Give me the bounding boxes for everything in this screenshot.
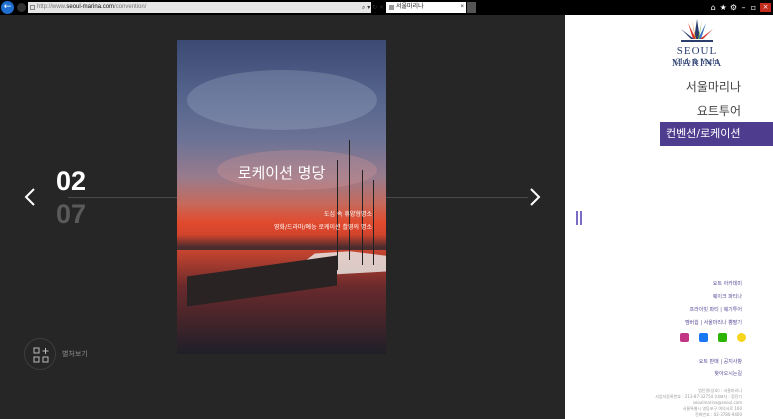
grid-view-label[interactable]: 별처보기 xyxy=(62,349,88,359)
instagram-icon[interactable] xyxy=(680,333,689,342)
slide-title: 로케이션 명당 xyxy=(237,164,326,182)
sub-link-yacht-academy[interactable]: 요트 아카데미 xyxy=(685,278,742,291)
handle-bar xyxy=(580,211,582,225)
url-prefix: http://www. xyxy=(37,4,67,10)
url-path: /convention/ xyxy=(114,4,147,10)
logo-subtitle: Club & Yacht xyxy=(675,57,719,66)
settings-gear-icon[interactable]: ⚙ xyxy=(730,2,737,13)
prev-slide-button[interactable] xyxy=(24,188,36,206)
sub-links: 요트 아카데미 웨이크 파티나 프라이빗 파티 | 웨기투어 멤버쉽 | 서울마… xyxy=(685,278,742,330)
photo-cloud xyxy=(187,70,377,130)
forward-button[interactable] xyxy=(17,3,26,12)
footer-info: 법인명(상호) : 서울마리나 사업자등록번호 : 213-87-32754 (… xyxy=(655,388,742,418)
page-icon xyxy=(30,5,35,10)
url-domain: seoul-marina.com xyxy=(66,4,115,10)
slider: 02 07 로케이션 명당 도심 속 휴양형명소 영화/드라마/예능 로케이션 … xyxy=(0,15,565,419)
page: ← http://www.seoul-marina.com/convention… xyxy=(0,0,773,419)
chevron-left-icon xyxy=(24,188,35,206)
logo[interactable]: SEOUL MARINA Club & Yacht xyxy=(651,17,743,69)
window-controls: ⌂ ★ ⚙ – ▫ × xyxy=(710,2,771,13)
sub-link-wake-party[interactable]: 웨이크 파티나 xyxy=(685,291,742,304)
address-bar-buttons[interactable]: ⌕ ▾ ↻ × xyxy=(362,2,384,13)
slide-description: 도심 속 휴양형명소 영화/드라마/예능 로케이션 촬영의 명소 xyxy=(274,208,372,234)
side-menu: SEOUL MARINA Club & Yacht 서울마리나 요트투어 컨벤션… xyxy=(565,15,773,419)
home-icon[interactable]: ⌂ xyxy=(710,2,717,13)
grid-view-button[interactable] xyxy=(24,338,56,370)
menu-toggle-handle[interactable] xyxy=(576,211,584,225)
info-links: 요트 판매 | 공지사항 찾아오시는길 xyxy=(699,356,742,380)
footer-line: 전화번호 : 02-3780-9400 xyxy=(695,412,742,417)
slide-current-number: 02 xyxy=(56,166,87,196)
photo-mast xyxy=(349,140,350,260)
slide-desc-line: 도심 속 휴양형명소 xyxy=(324,211,372,218)
maximize-icon[interactable]: ▫ xyxy=(750,2,757,13)
browser-tab[interactable]: 서울마리나 × xyxy=(386,2,466,13)
slide-total-number: 07 xyxy=(56,199,87,229)
favorites-star-icon[interactable]: ★ xyxy=(720,2,727,13)
sub-link-membership[interactable]: 멤버쉽 | 서울마리나 뽕팔기 xyxy=(685,317,742,330)
slide-desc-line: 영화/드라마/예능 로케이션 촬영의 명소 xyxy=(273,224,372,231)
handle-bar xyxy=(576,211,578,225)
next-slide-button[interactable] xyxy=(529,188,541,206)
address-bar[interactable]: http://www.seoul-marina.com/convention/ xyxy=(28,2,371,13)
photo-mast xyxy=(373,180,374,265)
menu-item-yacht-tour[interactable]: 요트투어 xyxy=(697,102,741,119)
tab-title: 서울마리나 xyxy=(396,4,424,10)
seoul-marina-emblem-icon xyxy=(681,19,713,42)
link-yacht-sales-notice[interactable]: 요트 판매 | 공지사항 xyxy=(699,356,742,368)
new-tab-button[interactable] xyxy=(467,2,476,13)
kakao-icon[interactable] xyxy=(737,333,746,342)
minimize-icon[interactable]: – xyxy=(740,2,747,13)
browser-toolbar: ← http://www.seoul-marina.com/convention… xyxy=(0,0,773,15)
back-arrow-icon: ← xyxy=(3,2,12,12)
menu-item-seoul-marina[interactable]: 서울마리나 xyxy=(686,78,741,95)
social-links xyxy=(680,333,746,342)
link-directions[interactable]: 찾아오시는길 xyxy=(699,368,742,380)
facebook-icon[interactable] xyxy=(699,333,708,342)
back-button[interactable]: ← xyxy=(1,1,14,14)
menu-item-convention-location[interactable]: 컨벤션/로케이션 xyxy=(660,122,773,146)
sub-link-private-party[interactable]: 프라이빗 파티 | 웨기투어 xyxy=(685,304,742,317)
slide-image[interactable]: 로케이션 명당 도심 속 휴양형명소 영화/드라마/예능 로케이션 촬영의 명소 xyxy=(177,40,386,354)
tab-favicon-icon xyxy=(389,5,394,10)
chevron-right-icon xyxy=(530,188,541,206)
grid-plus-icon xyxy=(33,347,49,363)
blog-icon[interactable] xyxy=(718,333,727,342)
window-close-icon[interactable]: × xyxy=(760,3,771,12)
tab-close-icon[interactable]: × xyxy=(460,2,464,13)
